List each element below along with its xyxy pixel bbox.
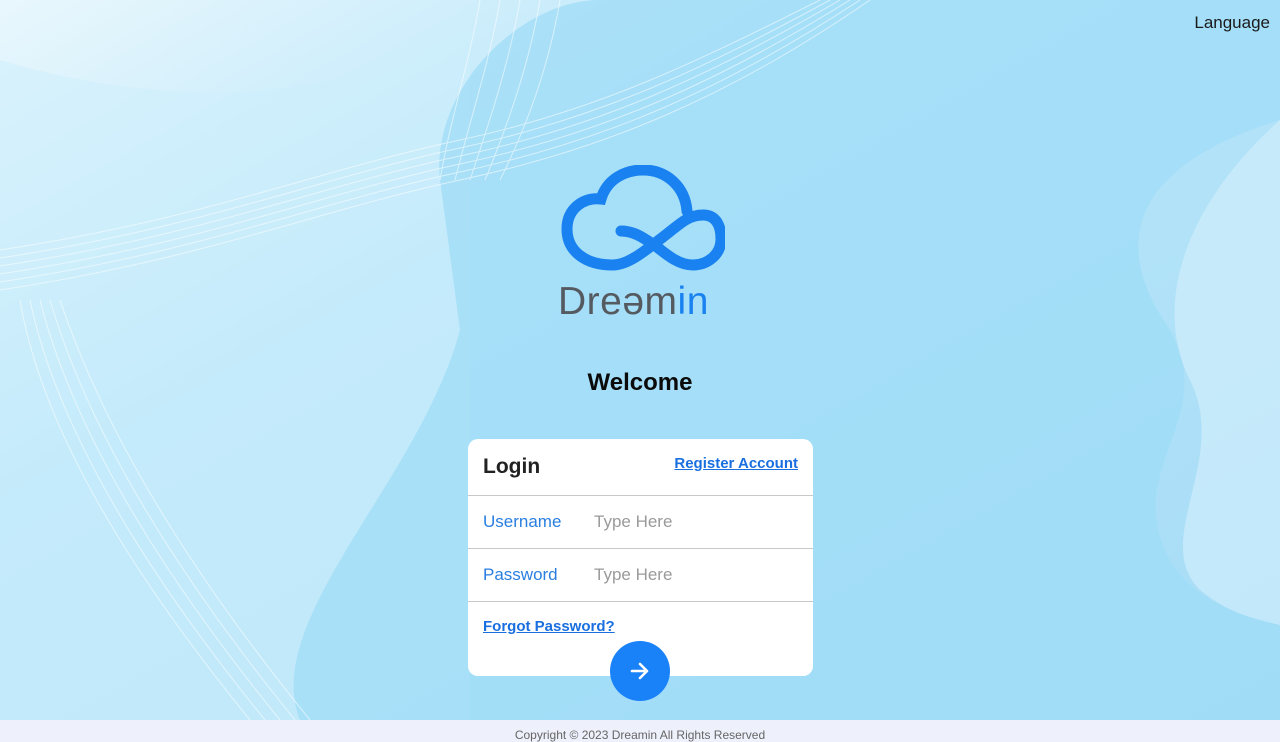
language-selector[interactable]: Language [1194,13,1270,33]
footer-copyright: Copyright © 2023 Dreamin All Rights Rese… [0,720,1280,742]
password-label: Password [483,565,558,584]
brand-name-part2: in [677,280,709,323]
username-input[interactable] [594,508,794,536]
brand-name-part1: Dreəm [558,280,678,323]
login-card-header: Login Register Account [468,439,813,496]
login-title: Login [483,455,541,478]
arrow-right-icon [630,662,649,680]
username-label: Username [483,512,562,531]
login-submit-button[interactable] [610,641,670,701]
welcome-heading: Welcome [587,369,693,396]
login-page: Language Dreəmin Welcome Login Register … [0,0,1280,742]
forgot-password-link[interactable]: Forgot Password? [483,618,615,635]
brand-wordmark: Dreəmin [558,282,709,322]
username-row: Username [468,496,813,549]
password-row: Password [468,549,813,602]
password-input[interactable] [594,561,794,589]
register-account-link[interactable]: Register Account [674,455,798,472]
